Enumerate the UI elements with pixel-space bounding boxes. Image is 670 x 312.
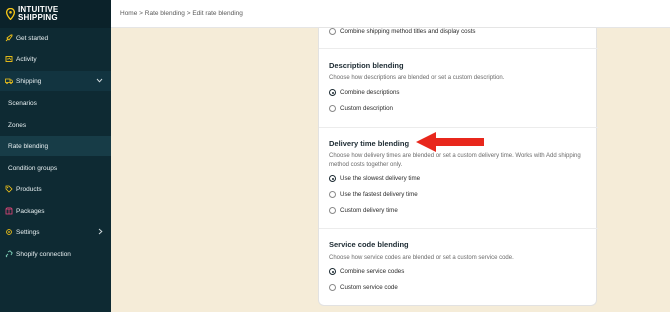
sidebar-item-label: Get started — [16, 34, 49, 42]
sidebar-item-activity[interactable]: Activity — [0, 49, 111, 69]
truck-icon — [4, 77, 13, 86]
sidebar-item-settings[interactable]: Settings — [0, 222, 111, 242]
sidebar-item-shipping[interactable]: Shipping — [0, 71, 111, 91]
description-blending-section: Description blending Choose how descript… — [319, 48, 598, 127]
option-label: Combine descriptions — [340, 89, 400, 96]
breadcrumb: Home > Rate blending > Edit rate blendin… — [120, 10, 243, 17]
sidebar-item-label: Rate blending — [8, 142, 49, 150]
rate-blending-card: Combine shipping method titles and displ… — [318, 28, 598, 306]
sidebar-item-zones[interactable]: Zones — [0, 115, 111, 135]
radio-button[interactable] — [329, 191, 336, 198]
fastest-delivery-option[interactable]: Use the fastest delivery time — [329, 191, 418, 198]
sidebar-item-packages[interactable]: Packages — [0, 201, 111, 221]
sidebar-item-label: Scenarios — [8, 99, 37, 107]
radio-button[interactable] — [329, 207, 336, 214]
sidebar-item-products[interactable]: Products — [0, 179, 111, 199]
radio-button-selected[interactable] — [329, 89, 336, 96]
option-label: Combine shipping method titles and displ… — [340, 28, 476, 35]
sidebar-item-scenarios[interactable]: Scenarios — [0, 93, 111, 113]
custom-description-option[interactable]: Custom description — [329, 105, 393, 112]
radio-button[interactable] — [329, 28, 336, 35]
combine-service-codes-option[interactable]: Combine service codes — [329, 268, 404, 275]
tag-icon — [4, 185, 13, 194]
chevron-right-icon — [98, 228, 103, 237]
radio-button-selected[interactable] — [329, 268, 336, 275]
section-title: Description blending — [329, 61, 404, 70]
logo-line-2: SHIPPING — [18, 13, 58, 22]
sidebar-item-get-started[interactable]: Get started — [0, 28, 111, 48]
option-label: Combine service codes — [340, 268, 405, 275]
option-label: Use the fastest delivery time — [340, 191, 418, 198]
service-code-blending-section: Service code blending Choose how service… — [319, 228, 598, 306]
package-icon — [4, 207, 13, 216]
breadcrumb-current: Edit rate blending — [192, 10, 243, 17]
sidebar-item-shopify-connection[interactable]: Shopify connection — [0, 244, 111, 264]
sidebar-item-label: Zones — [8, 121, 27, 129]
option-label: Custom delivery time — [340, 207, 398, 214]
app-logo[interactable]: INTUITIVE SHIPPING — [0, 0, 111, 28]
top-bar: Home > Rate blending > Edit rate blendin… — [111, 0, 670, 28]
sidebar-item-label: Shipping — [16, 77, 42, 85]
sidebar-item-rate-blending[interactable]: Rate blending — [0, 136, 111, 156]
breadcrumb-rate-blending-link[interactable]: Rate blending — [145, 10, 185, 17]
sidebar: INTUITIVE SHIPPING Get started Activity … — [0, 0, 111, 312]
radio-button[interactable] — [329, 284, 336, 291]
section-title: Delivery time blending — [329, 139, 410, 148]
option-label: Custom description — [340, 105, 393, 112]
rocket-icon — [4, 34, 13, 43]
breadcrumb-separator: > — [186, 10, 191, 17]
breadcrumb-separator: > — [139, 10, 143, 17]
custom-delivery-time-option[interactable]: Custom delivery time — [329, 207, 398, 214]
sidebar-item-condition-groups[interactable]: Condition groups — [0, 158, 111, 178]
option-label: Custom service code — [340, 284, 398, 291]
combine-descriptions-option[interactable]: Combine descriptions — [329, 89, 400, 96]
sidebar-item-label: Condition groups — [8, 164, 58, 172]
combine-titles-option[interactable]: Combine shipping method titles and displ… — [329, 28, 476, 35]
sidebar-item-label: Products — [16, 185, 42, 193]
breadcrumb-home-link[interactable]: Home — [120, 10, 137, 17]
sidebar-item-label: Settings — [16, 228, 40, 236]
activity-icon — [4, 55, 13, 64]
sidebar-item-label: Shopify connection — [16, 250, 71, 258]
red-arrow-annotation — [416, 131, 484, 158]
location-pin-icon — [6, 8, 15, 20]
custom-service-code-option[interactable]: Custom service code — [329, 284, 398, 291]
gear-icon — [4, 228, 13, 237]
section-description: Choose how descriptions are blended or s… — [329, 75, 505, 81]
section-title: Service code blending — [329, 240, 409, 249]
option-label: Use the slowest delivery time — [340, 175, 421, 182]
sidebar-item-label: Packages — [16, 207, 45, 215]
sidebar-item-label: Activity — [16, 55, 37, 63]
chevron-down-icon — [96, 78, 103, 85]
slowest-delivery-option[interactable]: Use the slowest delivery time — [329, 175, 420, 182]
section-description: Choose how service codes are blended or … — [329, 255, 514, 261]
radio-button-selected[interactable] — [329, 175, 336, 182]
radio-button[interactable] — [329, 105, 336, 112]
link-icon — [4, 250, 13, 259]
